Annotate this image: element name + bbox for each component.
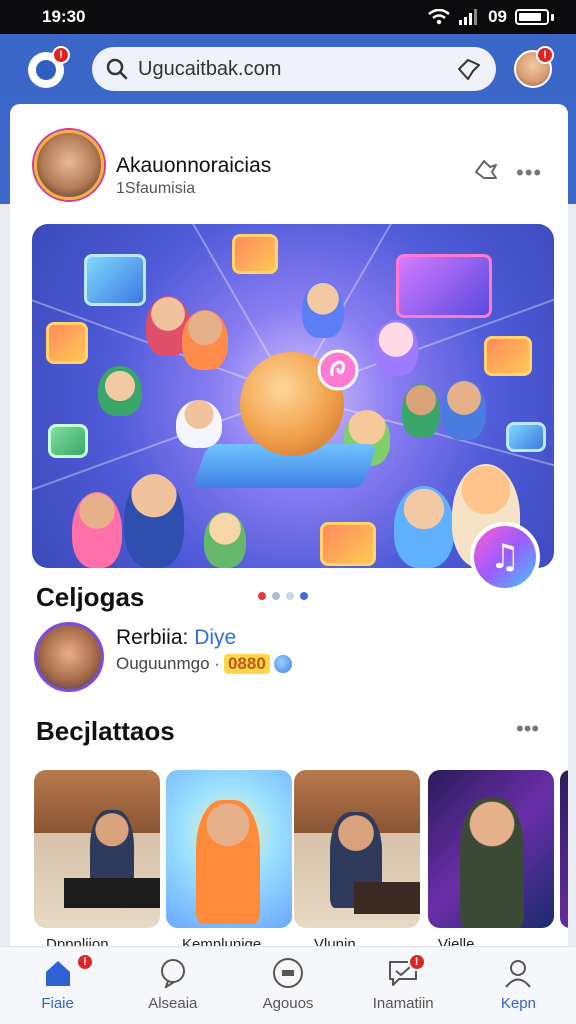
section-more-icon[interactable]: •••: [516, 716, 539, 742]
thumbnail-card[interactable]: [166, 770, 292, 928]
featured-title-accent: Diye: [194, 626, 237, 649]
pagination-dot[interactable]: [300, 592, 308, 600]
thumbnail-card[interactable]: [428, 770, 554, 928]
pagination-dot[interactable]: [286, 592, 294, 600]
hero-banner[interactable]: [32, 224, 554, 568]
nav-label: Alseaia: [148, 995, 198, 1012]
section-title: Becjlattaos: [36, 716, 175, 746]
profile-name[interactable]: Akauonnoraicias: [116, 154, 271, 178]
pagination-dot[interactable]: [272, 592, 280, 600]
nav-item-chat[interactable]: Alseaia: [115, 947, 230, 1024]
thumbnail-card[interactable]: [294, 770, 420, 928]
featured-subtitle: Ouguunmgo ·: [116, 654, 220, 673]
featured-title[interactable]: Rerbiia: Diye: [116, 626, 236, 650]
thumbnail-row: Dppnliion Kemnlunige Vlunin Vielle: [32, 768, 568, 958]
featured-title-main: Rerbiia:: [116, 626, 195, 649]
more-options-icon[interactable]: •••: [516, 160, 542, 186]
carousel-title: Celjogas: [36, 582, 145, 612]
profile-subtitle: 1Sfaumisia: [116, 180, 196, 197]
nav-item-groups[interactable]: Agouos: [230, 947, 345, 1024]
logo-notification-badge: !: [52, 46, 70, 64]
nav-item-profile[interactable]: Kepn: [461, 947, 576, 1024]
battery-icon: [515, 9, 549, 25]
nav-item-home[interactable]: ! Fiaie: [0, 947, 115, 1024]
search-input[interactable]: [138, 57, 456, 81]
battery-tip: [551, 13, 554, 21]
bottom-nav: ! Fiaie Alseaia Agouos ! Inamatiin Kepn: [0, 946, 576, 1024]
search-icon: [106, 58, 128, 80]
featured-avatar[interactable]: [34, 622, 104, 692]
nav-label: Fiaie: [41, 995, 74, 1012]
nav-label: Agouos: [262, 995, 314, 1012]
wifi-icon: [428, 9, 450, 25]
globe-icon: [273, 655, 292, 673]
home-icon: [42, 957, 74, 989]
chat-icon: [157, 957, 189, 989]
nav-label: Kepn: [500, 995, 536, 1012]
featured-subtitle-row: Ouguunmgo · 0880: [116, 654, 292, 674]
coin-count: 0880: [223, 654, 270, 674]
nav-item-notifications[interactable]: ! Inamatiin: [346, 947, 461, 1024]
thumbnail-card[interactable]: [560, 770, 568, 928]
signal-icon: [459, 9, 478, 25]
carousel-pagination[interactable]: [258, 592, 308, 600]
groups-icon: [272, 957, 304, 989]
music-note-button[interactable]: ♫: [470, 522, 540, 592]
nav-badge: !: [407, 953, 426, 971]
nav-badge: !: [76, 953, 94, 971]
pin-icon[interactable]: [472, 156, 500, 184]
status-time: 19:30: [42, 7, 86, 26]
network-label: 09: [488, 7, 507, 26]
search-bar[interactable]: [92, 47, 496, 91]
thumbnail-card[interactable]: [34, 770, 160, 928]
nav-label: Inamatiin: [372, 995, 434, 1012]
status-bar: 19:30 09: [0, 0, 576, 34]
feed-card: Akauonnoraicias 1Sfaumisia ••• ♫ Celjoga…: [10, 104, 568, 964]
pagination-dot[interactable]: [258, 592, 266, 600]
chat-bubble-icon: [317, 349, 359, 391]
person-icon: [502, 957, 534, 989]
profile-avatar[interactable]: [34, 130, 104, 200]
mic-icon[interactable]: [456, 57, 482, 81]
status-icons: 09: [428, 7, 554, 27]
avatar-badge: !: [536, 46, 554, 64]
